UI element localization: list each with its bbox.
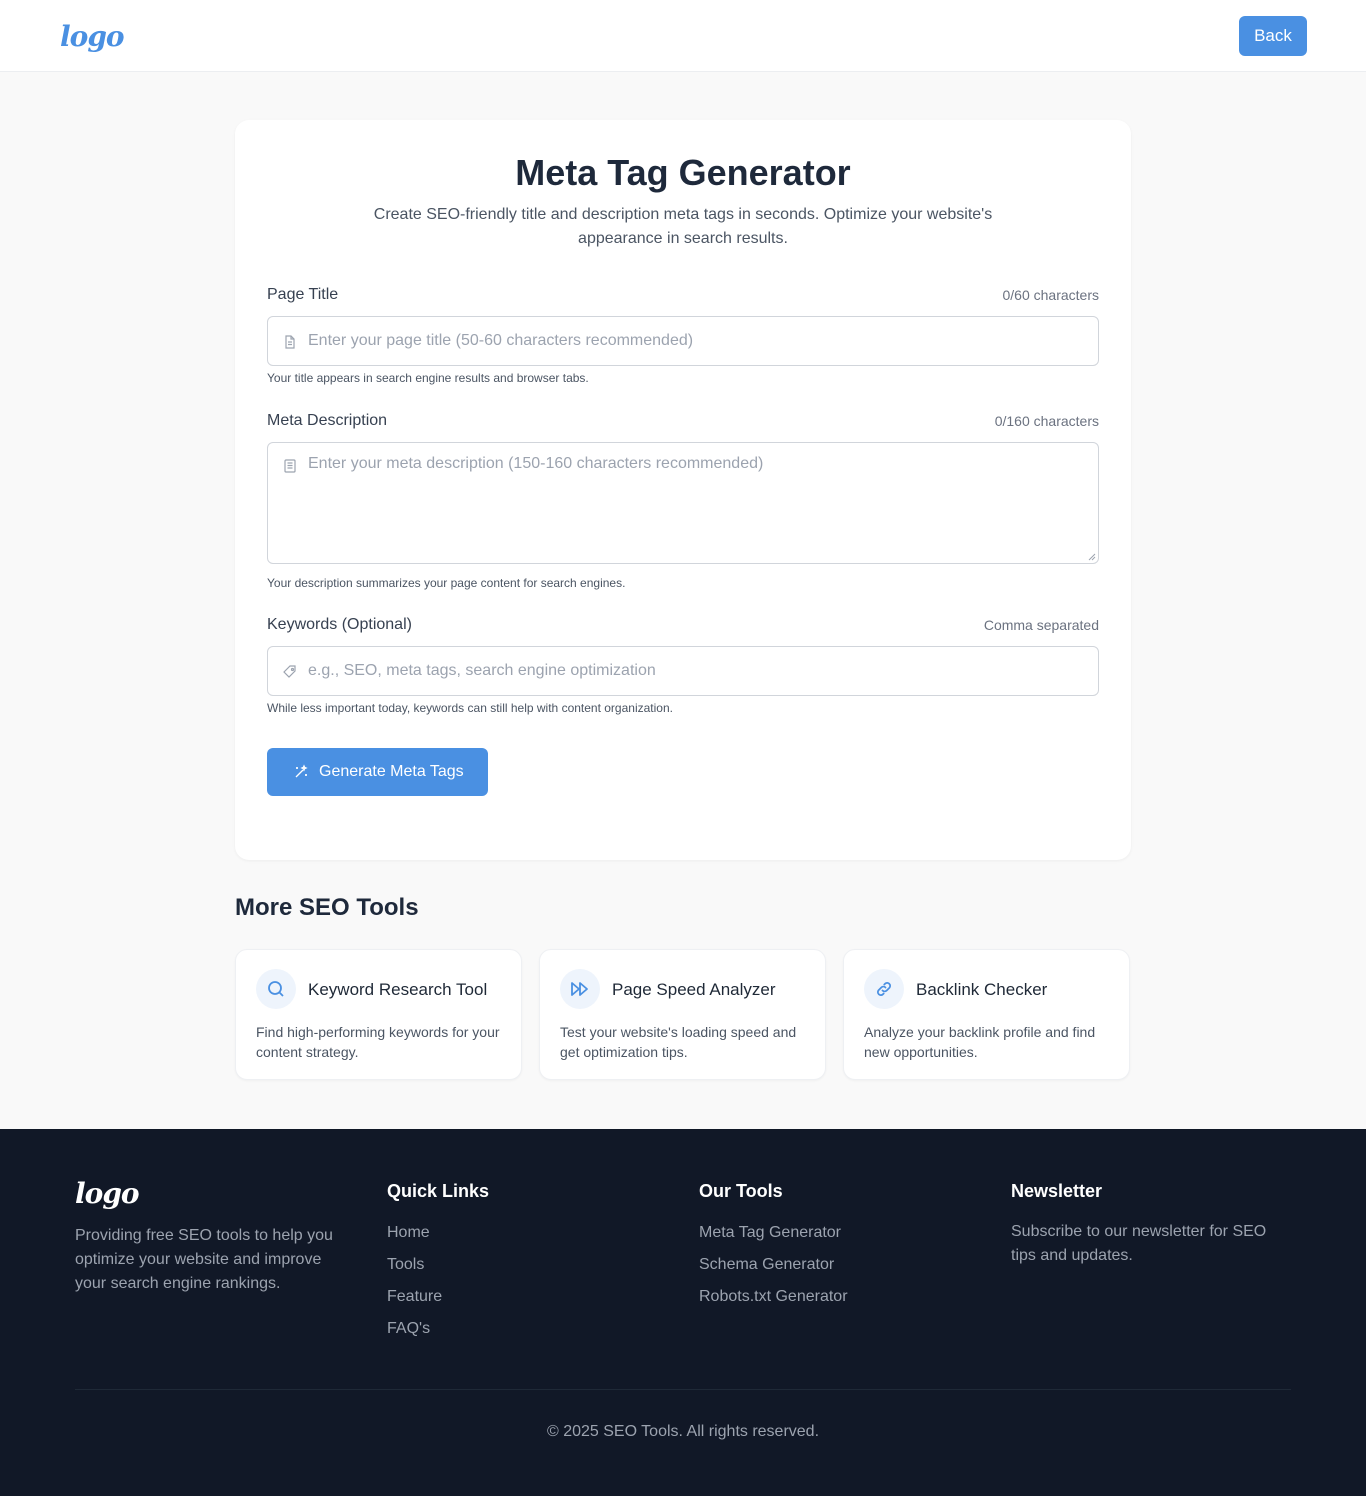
keywords-field-wrap (267, 646, 1099, 696)
generate-button-label: Generate Meta Tags (319, 763, 464, 780)
tool-description: Analyze your backlink profile and find n… (864, 1024, 1096, 1060)
more-seo-tools-heading: More SEO Tools (235, 894, 419, 921)
tool-name: Keyword Research Tool (308, 980, 488, 999)
keywords-input[interactable] (308, 647, 1088, 695)
tool-icon-circle (864, 969, 904, 1009)
search-icon (268, 981, 284, 997)
site-header: logo Back (0, 0, 1366, 72)
link-icon (877, 982, 891, 996)
tool-name: Backlink Checker (916, 980, 1048, 999)
tool-description: Find high-performing keywords for your c… (256, 1024, 500, 1060)
meta-description-char-count: 0/160 characters (994, 413, 1099, 429)
newsletter-description: Subscribe to our newsletter for SEO tips… (1011, 1223, 1267, 1264)
quick-links-heading: Quick Links (387, 1181, 490, 1201)
tool-name: Page Speed Analyzer (612, 980, 776, 999)
meta-description-input[interactable] (308, 455, 1088, 555)
magic-wand-icon (295, 764, 308, 778)
page-title-input[interactable] (308, 317, 1088, 365)
tag-icon (283, 665, 296, 678)
page-subtitle: Create SEO-friendly title and descriptio… (373, 206, 993, 247)
newsletter-heading: Newsletter (1011, 1181, 1103, 1201)
document-icon (285, 335, 295, 349)
page-title-label: Page Title (267, 286, 339, 303)
tool-description: Test your website's loading speed and ge… (560, 1024, 797, 1060)
footer-description: Providing free SEO tools to help you opt… (75, 1227, 333, 1292)
meta-description-hint: Your description summarizes your page co… (267, 576, 626, 590)
tool-card-keyword-research[interactable]: Keyword Research Tool Find high-performi… (235, 949, 522, 1080)
keywords-label: Keywords (Optional) (267, 616, 412, 633)
page-title-char-count: 0/60 characters (1002, 287, 1100, 303)
meta-description-label: Meta Description (267, 412, 388, 429)
text-lines-icon (284, 459, 296, 473)
page-title-hint: Your title appears in search engine resu… (267, 371, 589, 385)
header-logo[interactable]: logo (60, 20, 125, 53)
generate-meta-tags-button[interactable]: Generate Meta Tags (267, 748, 488, 796)
page-title-field-wrap (267, 316, 1099, 366)
footer-link-schema-generator[interactable]: Schema Generator (699, 1256, 834, 1274)
keywords-format-note: Comma separated (983, 617, 1099, 633)
keywords-hint: While less important today, keywords can… (267, 701, 673, 715)
footer-link-robots-generator[interactable]: Robots.txt Generator (699, 1288, 848, 1306)
footer-link-feature[interactable]: Feature (387, 1288, 442, 1306)
page-title: Meta Tag Generator (515, 152, 851, 193)
footer-divider (75, 1389, 1291, 1390)
tool-icon-circle (256, 969, 296, 1009)
footer-link-home[interactable]: Home (387, 1224, 430, 1242)
meta-tag-generator-card: Meta Tag Generator Create SEO-friendly t… (235, 120, 1131, 860)
footer-link-meta-tag-generator[interactable]: Meta Tag Generator (699, 1224, 841, 1242)
resize-handle-icon[interactable] (1088, 553, 1096, 561)
back-button[interactable]: Back (1239, 16, 1307, 56)
our-tools-heading: Our Tools (699, 1181, 783, 1201)
footer-link-faqs[interactable]: FAQ's (387, 1320, 430, 1338)
tool-card-backlink-checker[interactable]: Backlink Checker Analyze your backlink p… (843, 949, 1130, 1080)
copyright-text: © 2025 SEO Tools. All rights reserved. (546, 1423, 820, 1440)
tool-card-page-speed[interactable]: Page Speed Analyzer Test your website's … (539, 949, 826, 1080)
site-footer: logo Providing free SEO tools to help yo… (0, 1129, 1366, 1496)
meta-description-field-wrap (267, 442, 1099, 564)
tool-icon-circle (560, 969, 600, 1009)
footer-logo[interactable]: logo (75, 1177, 140, 1210)
fast-forward-icon (571, 982, 588, 996)
footer-link-tools[interactable]: Tools (387, 1256, 424, 1274)
